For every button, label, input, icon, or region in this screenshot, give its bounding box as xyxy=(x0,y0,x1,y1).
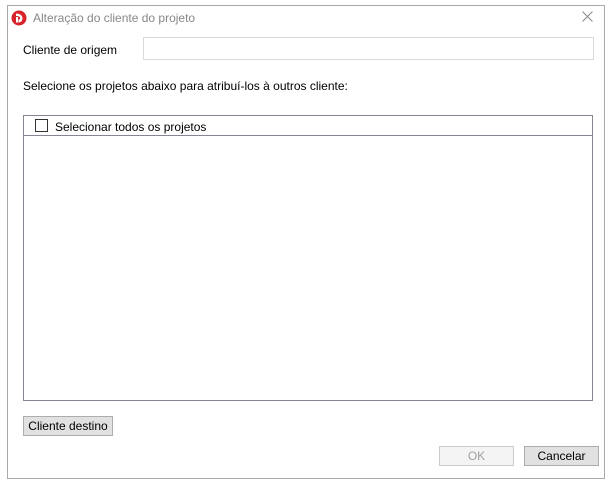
select-all-checkbox[interactable] xyxy=(35,119,48,132)
origin-client-label: Cliente de origem xyxy=(23,43,118,57)
select-all-label[interactable]: Selecionar todos os projetos xyxy=(55,120,206,134)
project-list[interactable]: Selecionar todos os projetos xyxy=(23,115,593,401)
close-icon xyxy=(581,11,593,25)
instructions-text: Selecione os projetos abaixo para atribu… xyxy=(23,79,348,93)
ok-button[interactable]: OK xyxy=(439,446,514,466)
origin-client-input[interactable] xyxy=(143,37,594,60)
app-logo-icon xyxy=(11,10,27,26)
project-list-header: Selecionar todos os projetos xyxy=(24,116,592,136)
cancel-button[interactable]: Cancelar xyxy=(524,446,599,466)
title-bar: Alteração do cliente do projeto xyxy=(8,6,604,30)
window-title: Alteração do cliente do projeto xyxy=(33,11,196,25)
dialog-window: Alteração do cliente do projeto Cliente … xyxy=(7,5,605,479)
close-button[interactable] xyxy=(570,6,604,30)
destination-client-button[interactable]: Cliente destino xyxy=(23,416,113,436)
